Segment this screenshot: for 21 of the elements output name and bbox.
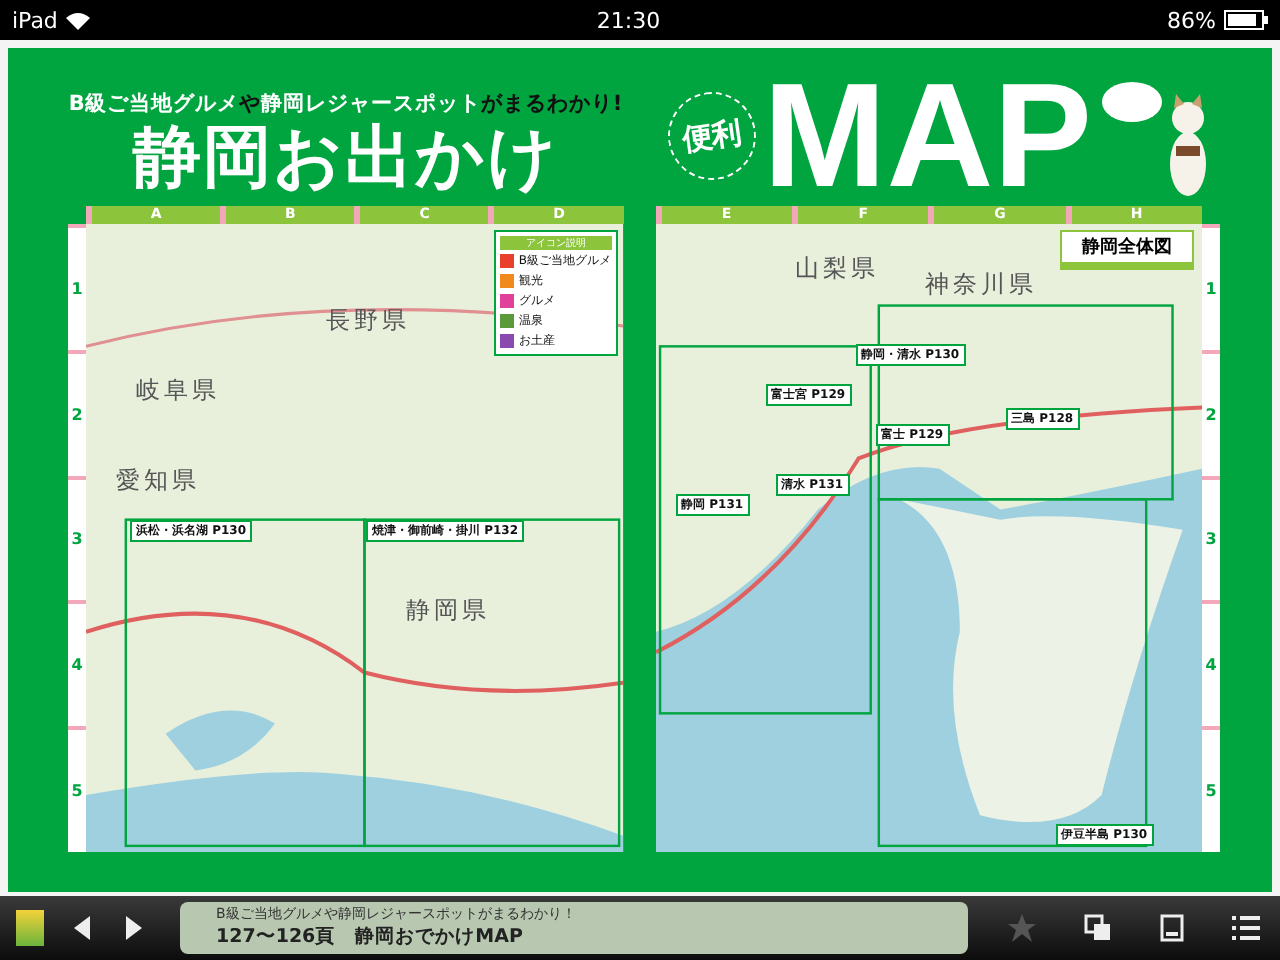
region-label: 愛知県 bbox=[116, 464, 200, 498]
wifi-icon bbox=[65, 11, 90, 29]
overview-label: 静岡全体図 bbox=[1060, 230, 1194, 270]
list-icon[interactable] bbox=[1228, 912, 1264, 944]
region-label: 岐阜県 bbox=[136, 374, 220, 408]
region-label: 静岡県 bbox=[406, 594, 490, 628]
pages-icon[interactable] bbox=[1080, 910, 1116, 946]
region-label: 山梨県 bbox=[795, 252, 880, 286]
battery-percent: 86% bbox=[1167, 7, 1216, 33]
clock-time: 21:30 bbox=[596, 7, 661, 33]
region-label: 長野県 bbox=[326, 304, 410, 338]
map-title: MAP bbox=[763, 65, 1092, 205]
page-view-icon[interactable] bbox=[1156, 910, 1188, 946]
bookmark-star-button[interactable] bbox=[1004, 910, 1040, 946]
page-title: 静岡お出かけ bbox=[132, 118, 559, 198]
tagline: B級ご当地グルメや静岡レジャースポット がまるわかり! bbox=[68, 90, 623, 118]
device-name: iPad bbox=[12, 7, 58, 33]
page-info: 127〜126頁 静岡おでかけMAP bbox=[216, 924, 525, 950]
region-label: 神奈川県 bbox=[925, 268, 1038, 302]
book-thumbnail[interactable] bbox=[16, 910, 44, 946]
battery-icon bbox=[1223, 10, 1268, 30]
